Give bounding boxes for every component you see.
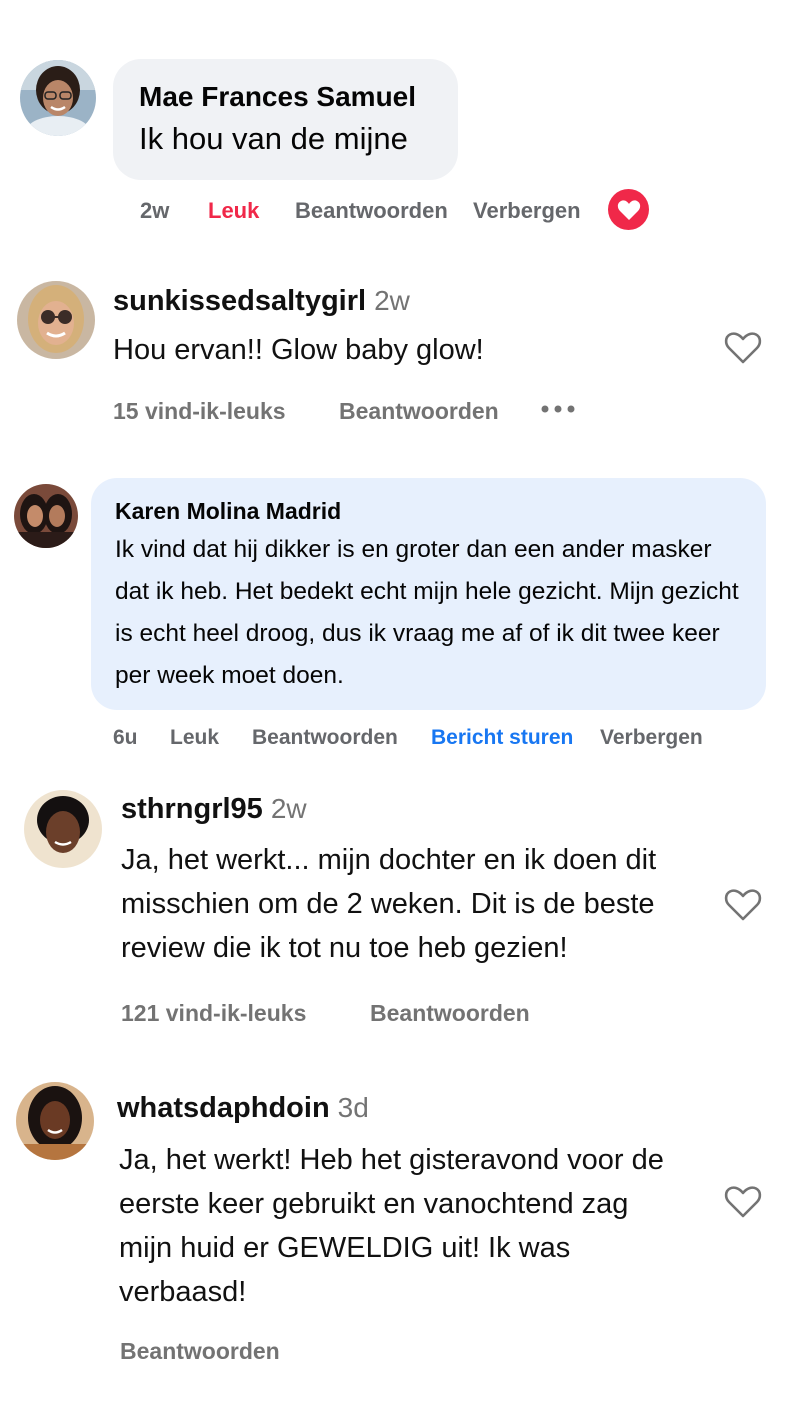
heart-icon[interactable] xyxy=(608,189,649,230)
comment-text: Ja, het werkt... mijn dochter en ik doen… xyxy=(121,844,657,964)
comment-author[interactable]: sthrngrl95 xyxy=(121,793,263,825)
hide-button[interactable]: Verbergen xyxy=(473,198,581,224)
comment-author[interactable]: Karen Molina Madrid xyxy=(115,498,742,525)
comment-text: Hou ervan!! Glow baby glow! xyxy=(113,334,484,366)
avatar[interactable] xyxy=(17,281,95,359)
reply-button[interactable]: Beantwoorden xyxy=(252,726,398,750)
like-button[interactable]: Leuk xyxy=(170,726,219,750)
comment-text: Ik vind dat hij dikker is en groter dan … xyxy=(115,536,739,689)
comment-author[interactable]: Mae Frances Samuel xyxy=(139,81,432,113)
comment-text: Ik hou van de mijne xyxy=(139,121,408,156)
comment-bubble: Karen Molina Madrid Ik vind dat hij dikk… xyxy=(91,478,766,710)
comment-time: 2w xyxy=(270,793,307,824)
avatar[interactable] xyxy=(20,60,96,136)
comment-author[interactable]: whatsdaphdoin xyxy=(117,1092,330,1124)
comment-text: Ja, het werkt! Heb het gisteravond voor … xyxy=(119,1144,664,1308)
comment-time[interactable]: 2w xyxy=(140,198,169,224)
reply-button[interactable]: Beantwoorden xyxy=(120,1338,280,1365)
avatar[interactable] xyxy=(14,484,78,548)
like-count[interactable]: 121 vind-ik-leuks xyxy=(121,1000,306,1027)
comment-time: 2w xyxy=(374,285,410,316)
heart-outline-icon[interactable] xyxy=(724,329,762,367)
comment-time[interactable]: 6u xyxy=(113,726,138,750)
reply-button[interactable]: Beantwoorden xyxy=(339,398,499,425)
like-count[interactable]: 15 vind-ik-leuks xyxy=(113,398,286,425)
comment-author[interactable]: sunkissedsaltygirl xyxy=(113,285,366,317)
reply-button[interactable]: Beantwoorden xyxy=(295,198,448,224)
heart-outline-icon[interactable] xyxy=(724,1183,762,1221)
send-message-button[interactable]: Bericht sturen xyxy=(431,726,573,750)
like-button[interactable]: Leuk xyxy=(208,198,259,224)
comment-bubble: Mae Frances Samuel Ik hou van de mijne xyxy=(113,59,458,180)
heart-outline-icon[interactable] xyxy=(724,886,762,924)
avatar[interactable] xyxy=(24,790,102,868)
hide-button[interactable]: Verbergen xyxy=(600,726,703,750)
more-dots-icon[interactable] xyxy=(540,402,576,416)
comment-time: 3d xyxy=(337,1092,369,1123)
avatar[interactable] xyxy=(16,1082,94,1160)
reply-button[interactable]: Beantwoorden xyxy=(370,1000,530,1027)
